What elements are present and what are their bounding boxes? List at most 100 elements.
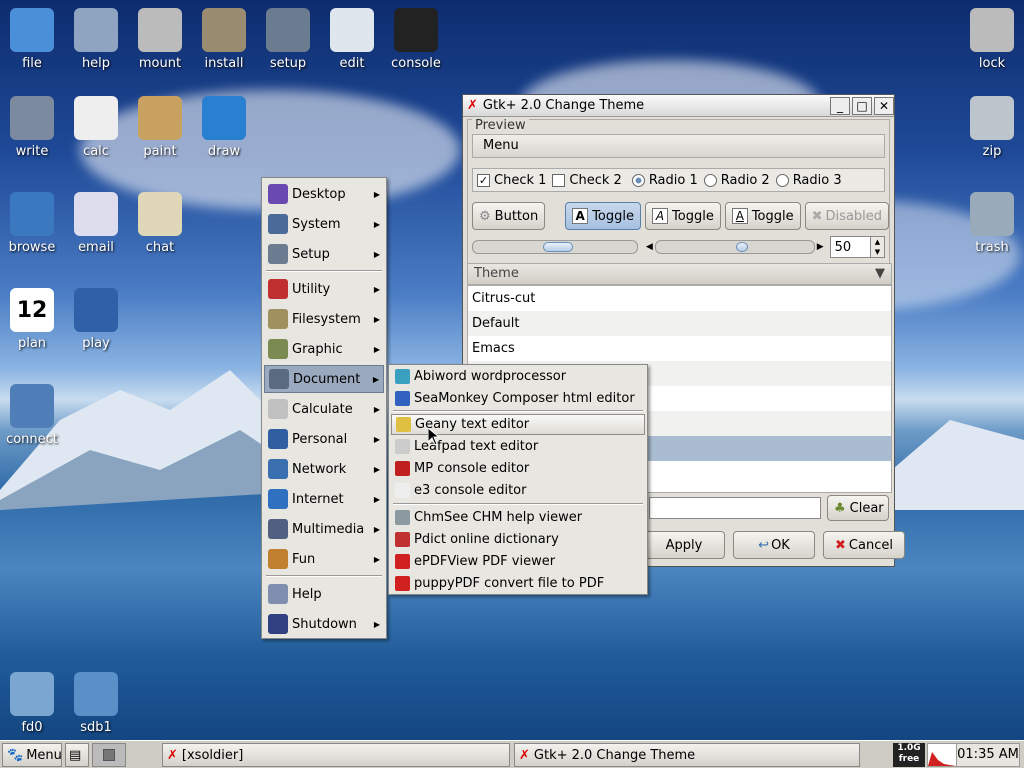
toggle-button-2[interactable]: A Toggle: [645, 202, 721, 230]
desktop-icon-zip[interactable]: zip: [960, 96, 1024, 159]
horizontal-slider[interactable]: [654, 240, 815, 254]
slider-handle[interactable]: [735, 242, 748, 252]
usb-drive-icon: [74, 672, 118, 716]
clear-button[interactable]: ♣ Clear: [827, 495, 889, 521]
spin-button[interactable]: 50 ▲ ▼: [829, 236, 885, 258]
radio-2-label: Radio 2: [720, 172, 770, 188]
theme-row[interactable]: Default: [468, 311, 891, 336]
menu-item-label: System: [292, 216, 341, 232]
submenu-item[interactable]: ChmSee CHM help viewer: [391, 507, 645, 528]
desktop-icon-write[interactable]: write: [0, 96, 64, 159]
menu-item-graphic[interactable]: Graphic ▶: [264, 335, 384, 363]
apply-button[interactable]: Apply: [643, 531, 725, 559]
menu-item-setup[interactable]: Setup ▶: [264, 240, 384, 268]
checkbox-checked-icon[interactable]: ✓: [477, 173, 490, 187]
desktop-icon-mount[interactable]: mount: [128, 8, 192, 71]
menu-item-multimedia[interactable]: Multimedia ▶: [264, 515, 384, 543]
desktop-icon-console[interactable]: console: [384, 8, 448, 71]
cancel-button[interactable]: ✖ Cancel: [823, 531, 905, 559]
desktop-icon-draw[interactable]: draw: [192, 96, 256, 159]
desktop-icon-email[interactable]: email: [64, 192, 128, 255]
spin-arrows-icon[interactable]: ▲ ▼: [870, 237, 884, 257]
desktop-icon-paint[interactable]: paint: [128, 96, 192, 159]
scrollbar-horizontal[interactable]: [472, 240, 638, 254]
desktop-icon-install[interactable]: install: [192, 8, 256, 71]
task-change-theme[interactable]: ✗ Gtk+ 2.0 Change Theme: [514, 743, 860, 767]
desktop-icon-edit[interactable]: edit: [320, 8, 384, 71]
preview-label: Preview: [472, 118, 529, 133]
quicklaunch-desktop-icon[interactable]: ▤: [65, 743, 89, 767]
desktop-icon-chat[interactable]: chat: [128, 192, 192, 255]
submenu-item[interactable]: puppyPDF convert file to PDF: [391, 573, 645, 594]
radio-1[interactable]: Radio 1: [631, 173, 698, 188]
desktop-icon-connect[interactable]: connect: [0, 384, 64, 447]
menu-item-label: Multimedia: [292, 521, 365, 537]
close-button[interactable]: ✕: [874, 96, 894, 115]
menu-item-desktop[interactable]: Desktop ▶: [264, 180, 384, 208]
menu-item-internet[interactable]: Internet ▶: [264, 485, 384, 513]
submenu-item[interactable]: Pdict online dictionary: [391, 529, 645, 550]
toggle-button-1[interactable]: A Toggle: [565, 202, 642, 230]
menu-item-document[interactable]: Document ▶: [264, 365, 384, 393]
theme-row[interactable]: Citrus-cut: [468, 286, 891, 311]
desktop-icon-calc[interactable]: calc: [64, 96, 128, 159]
desktop-icon-fd0[interactable]: fd0: [0, 672, 64, 735]
desktop-icon-label: draw: [207, 144, 241, 159]
menu-item-fun[interactable]: Fun ▶: [264, 545, 384, 573]
check-1[interactable]: ✓ Check 1: [477, 173, 546, 188]
checkbox-empty-icon[interactable]: [552, 173, 566, 187]
toggle-button-3[interactable]: A Toggle: [724, 202, 801, 230]
desktop-icon-sdb1[interactable]: sdb1: [64, 672, 128, 735]
submenu-item[interactable]: SeaMonkey Composer html editor: [391, 388, 645, 409]
scroll-right-arrow-icon[interactable]: ▶: [817, 242, 824, 252]
desktop-icon-label: file: [22, 56, 42, 71]
radio-3[interactable]: Radio 3: [775, 173, 842, 188]
menu-item-network[interactable]: Network ▶: [264, 455, 384, 483]
theme-column-header[interactable]: Theme ▼: [467, 263, 892, 285]
sort-arrow-icon[interactable]: ▼: [875, 264, 885, 284]
menu-item-personal[interactable]: Personal ▶: [264, 425, 384, 453]
pager-workspace[interactable]: [92, 743, 126, 767]
preview-check-radio-row: ✓ Check 1 Check 2 Radio 1 Radio 2 Radio 3: [472, 168, 885, 192]
menu-item-utility[interactable]: Utility ▶: [264, 275, 384, 303]
scrollbar-thumb[interactable]: [543, 242, 573, 252]
submenu-item[interactable]: e3 console editor: [391, 480, 645, 501]
submenu-item[interactable]: MP console editor: [391, 458, 645, 479]
desktop-icon-plan[interactable]: 12 plan: [0, 288, 64, 351]
menu-item-calculate[interactable]: Calculate ▶: [264, 395, 384, 423]
desktop-icon-trash[interactable]: trash: [960, 192, 1024, 255]
preview-button[interactable]: ⚙ Button: [472, 202, 546, 230]
preview-menu-item[interactable]: Menu: [483, 138, 519, 153]
menu-item-filesystem[interactable]: Filesystem ▶: [264, 305, 384, 333]
submenu-item[interactable]: ePDFView PDF viewer: [391, 551, 645, 572]
desktop-icon-browse[interactable]: browse: [0, 192, 64, 255]
submenu-item[interactable]: Abiword wordprocessor: [391, 366, 645, 387]
desktop-icon-play[interactable]: play: [64, 288, 128, 351]
task-xsoldier[interactable]: ✗ [xsoldier]: [162, 743, 510, 767]
preview-menubar[interactable]: Menu: [472, 134, 885, 158]
desktop-icon-lock[interactable]: lock: [960, 8, 1024, 71]
clock[interactable]: 01:35 AM: [956, 743, 1020, 767]
radio-icon[interactable]: [703, 173, 717, 187]
scroll-left-arrow-icon[interactable]: ◀: [646, 242, 653, 252]
radio-icon[interactable]: [775, 173, 789, 187]
check-2[interactable]: Check 2: [552, 173, 622, 188]
menu-item-help[interactable]: Help: [264, 580, 384, 608]
start-menu-button[interactable]: 🐾 Menu: [2, 743, 62, 767]
ok-button[interactable]: ↩ OK: [733, 531, 815, 559]
minimize-button[interactable]: _: [830, 96, 850, 115]
desktop-icon-setup[interactable]: setup: [256, 8, 320, 71]
menu-item-system[interactable]: System ▶: [264, 210, 384, 238]
maximize-button[interactable]: □: [852, 96, 872, 115]
theme-row[interactable]: Emacs: [468, 336, 891, 361]
free-memory-indicator[interactable]: 1.0G free: [893, 743, 925, 767]
desktop-icon-file[interactable]: file: [0, 8, 64, 71]
desktop-icon-help[interactable]: help: [64, 8, 128, 71]
theme-filter-input[interactable]: [649, 497, 821, 519]
radio-icon[interactable]: [631, 173, 645, 187]
window-titlebar[interactable]: ✗ Gtk+ 2.0 Change Theme _ □ ✕: [463, 95, 894, 117]
spin-value[interactable]: 50: [835, 240, 852, 255]
menu-item-shutdown[interactable]: Shutdown ▶: [264, 610, 384, 638]
tools-monitor-icon: [266, 8, 310, 52]
radio-2[interactable]: Radio 2: [703, 172, 770, 188]
